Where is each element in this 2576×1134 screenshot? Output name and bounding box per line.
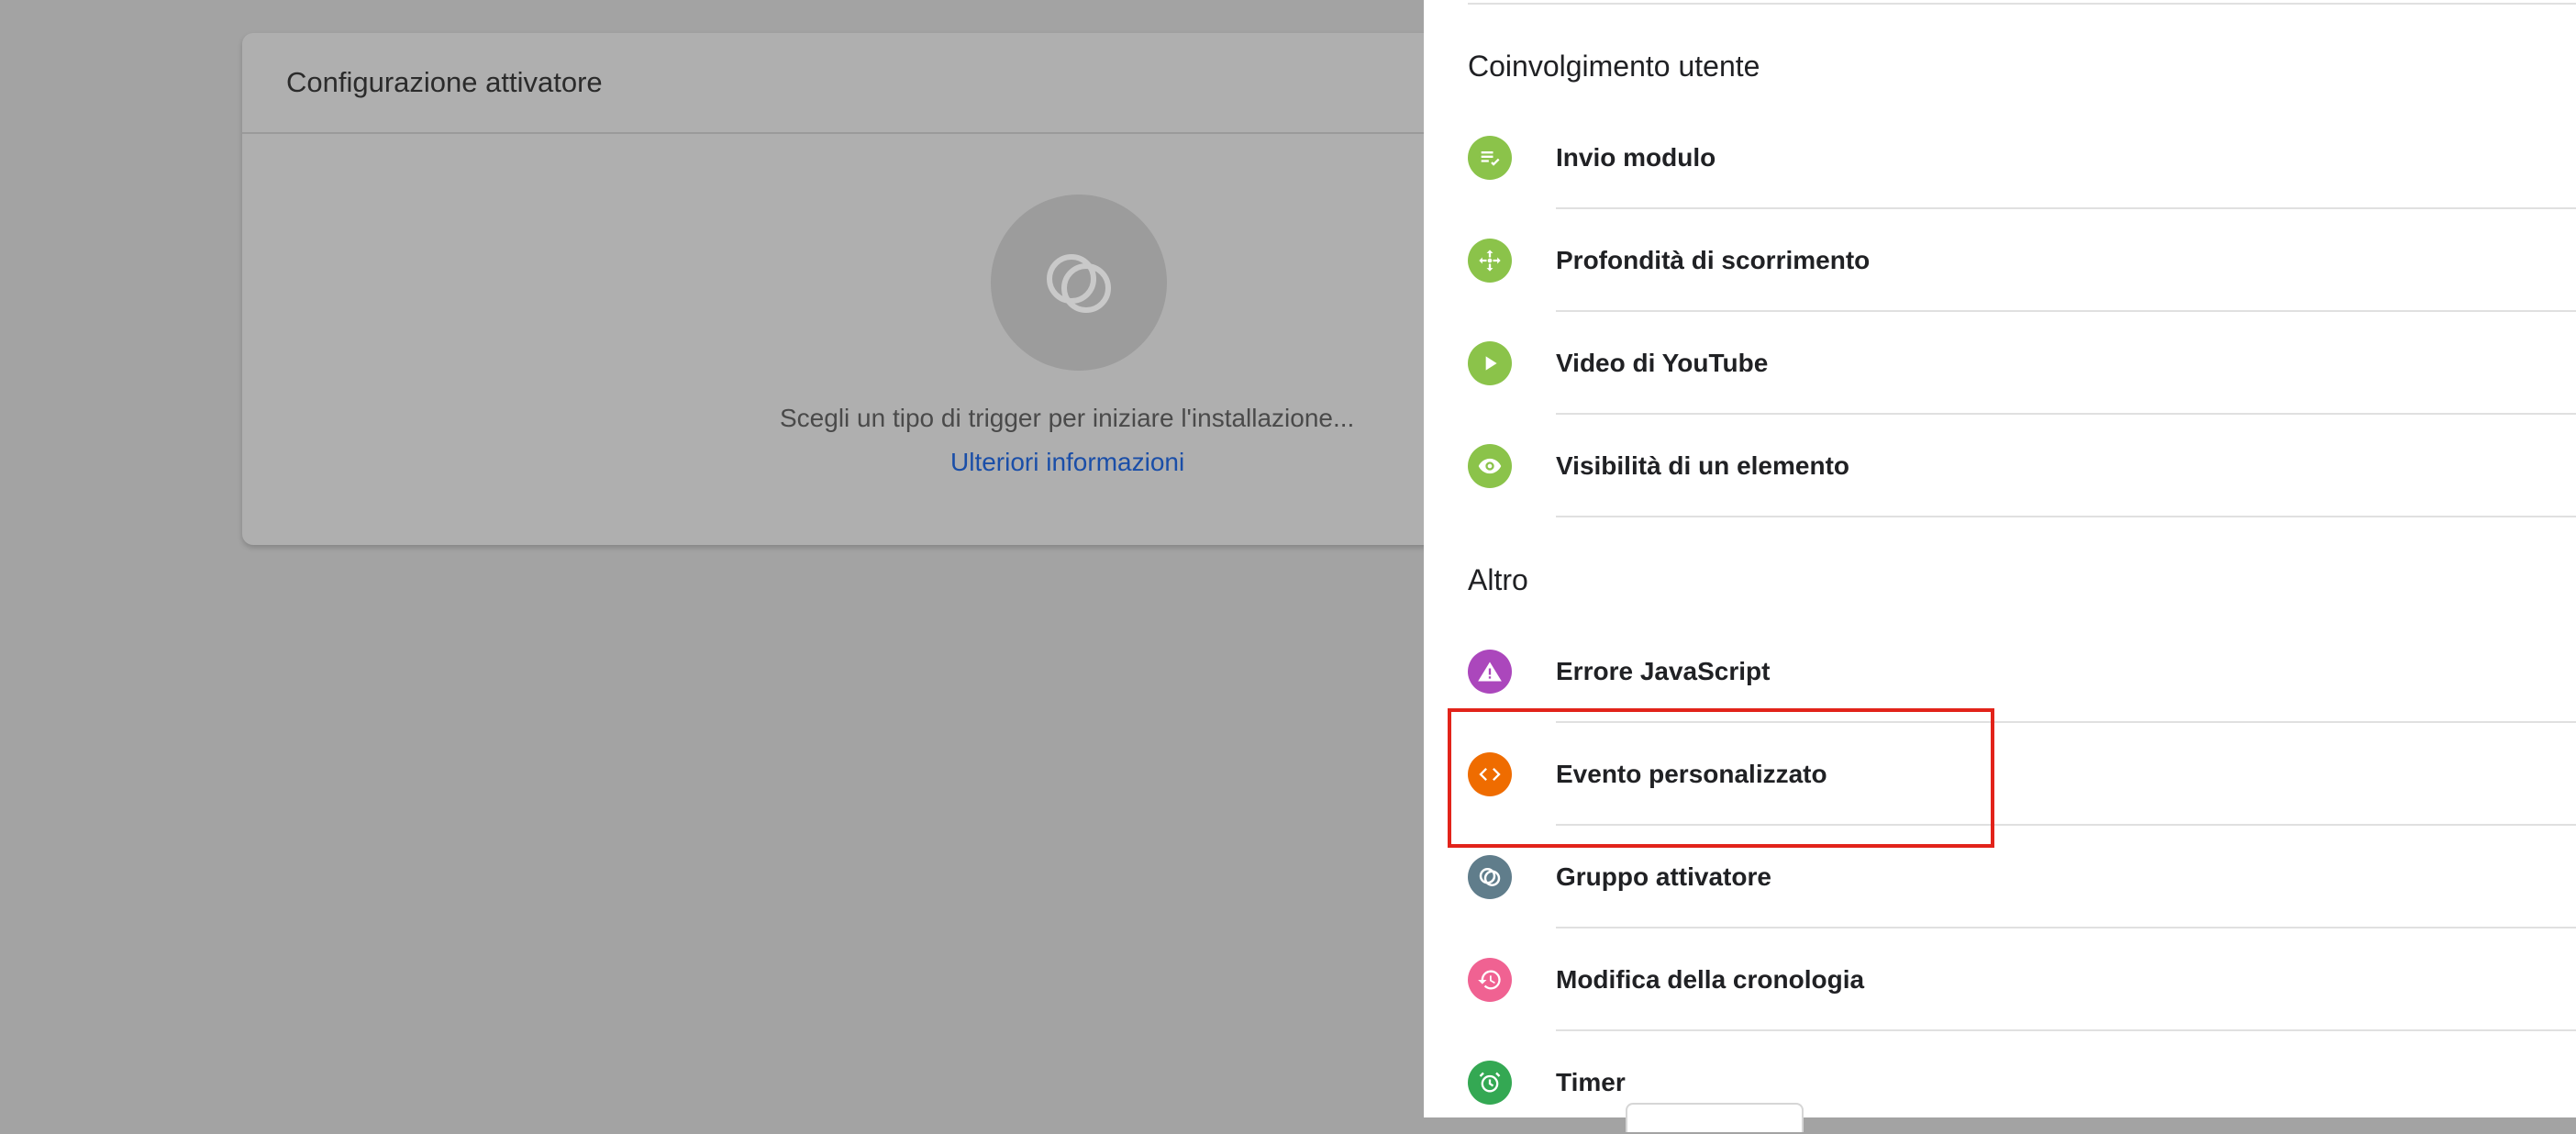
divider	[1556, 516, 2576, 517]
trigger-item-label: Invio modulo	[1556, 143, 1716, 172]
trigger-configuration-card: Configurazione attivatore Scegli un tipo…	[242, 33, 1435, 545]
trigger-item-youtube-video[interactable]: Video di YouTube	[1424, 312, 2576, 415]
play-icon	[1468, 341, 1512, 385]
card-header: Configurazione attivatore	[242, 33, 1435, 134]
trigger-item-label: Errore JavaScript	[1556, 657, 1771, 685]
form-submit-icon	[1468, 136, 1512, 180]
trigger-item-javascript-error[interactable]: Errore JavaScript	[1424, 620, 2576, 723]
scroll-depth-icon	[1468, 239, 1512, 283]
trigger-item-label: Visibilità di un elemento	[1556, 451, 1849, 480]
trigger-item-history-change[interactable]: Modifica della cronologia	[1424, 928, 2576, 1031]
section-title-other: Altro	[1468, 563, 1528, 596]
card-title: Configurazione attivatore	[286, 66, 603, 98]
trigger-item-trigger-group[interactable]: Gruppo attivatore	[1424, 826, 2576, 928]
trigger-item-label: Profondità di scorrimento	[1556, 246, 1871, 274]
trigger-placeholder-button[interactable]	[991, 195, 1167, 371]
trigger-item-label: Evento personalizzato	[1556, 760, 1827, 788]
divider	[1468, 3, 2576, 5]
choose-trigger-hint: Scegli un tipo di trigger per iniziare l…	[780, 404, 1355, 432]
trigger-item-label: Modifica della cronologia	[1556, 965, 1865, 994]
section-title-user-engagement: Coinvolgimento utente	[1468, 50, 1760, 83]
trigger-item-scroll-depth[interactable]: Profondità di scorrimento	[1424, 209, 2576, 312]
trigger-type-panel: Coinvolgimento utente Invio modulo Profo…	[1424, 0, 2576, 1117]
trigger-placeholder-icon	[1047, 254, 1111, 313]
trigger-item-label: Gruppo attivatore	[1556, 862, 1771, 891]
alarm-icon	[1468, 1061, 1512, 1105]
eye-icon	[1468, 444, 1512, 488]
trigger-group-icon	[1468, 855, 1512, 899]
code-icon	[1468, 752, 1512, 796]
bottom-tab[interactable]	[1626, 1103, 1804, 1132]
trigger-item-timer[interactable]: Timer	[1424, 1031, 2576, 1134]
trigger-item-element-visibility[interactable]: Visibilità di un elemento	[1424, 415, 2576, 517]
learn-more-link[interactable]: Ulteriori informazioni	[950, 448, 1184, 477]
history-icon	[1468, 958, 1512, 1002]
trigger-item-form-submit[interactable]: Invio modulo	[1424, 106, 2576, 209]
trigger-item-label: Video di YouTube	[1556, 349, 1769, 377]
warning-icon	[1468, 650, 1512, 694]
trigger-item-label: Timer	[1556, 1068, 1626, 1096]
trigger-item-custom-event[interactable]: Evento personalizzato	[1424, 723, 2576, 826]
